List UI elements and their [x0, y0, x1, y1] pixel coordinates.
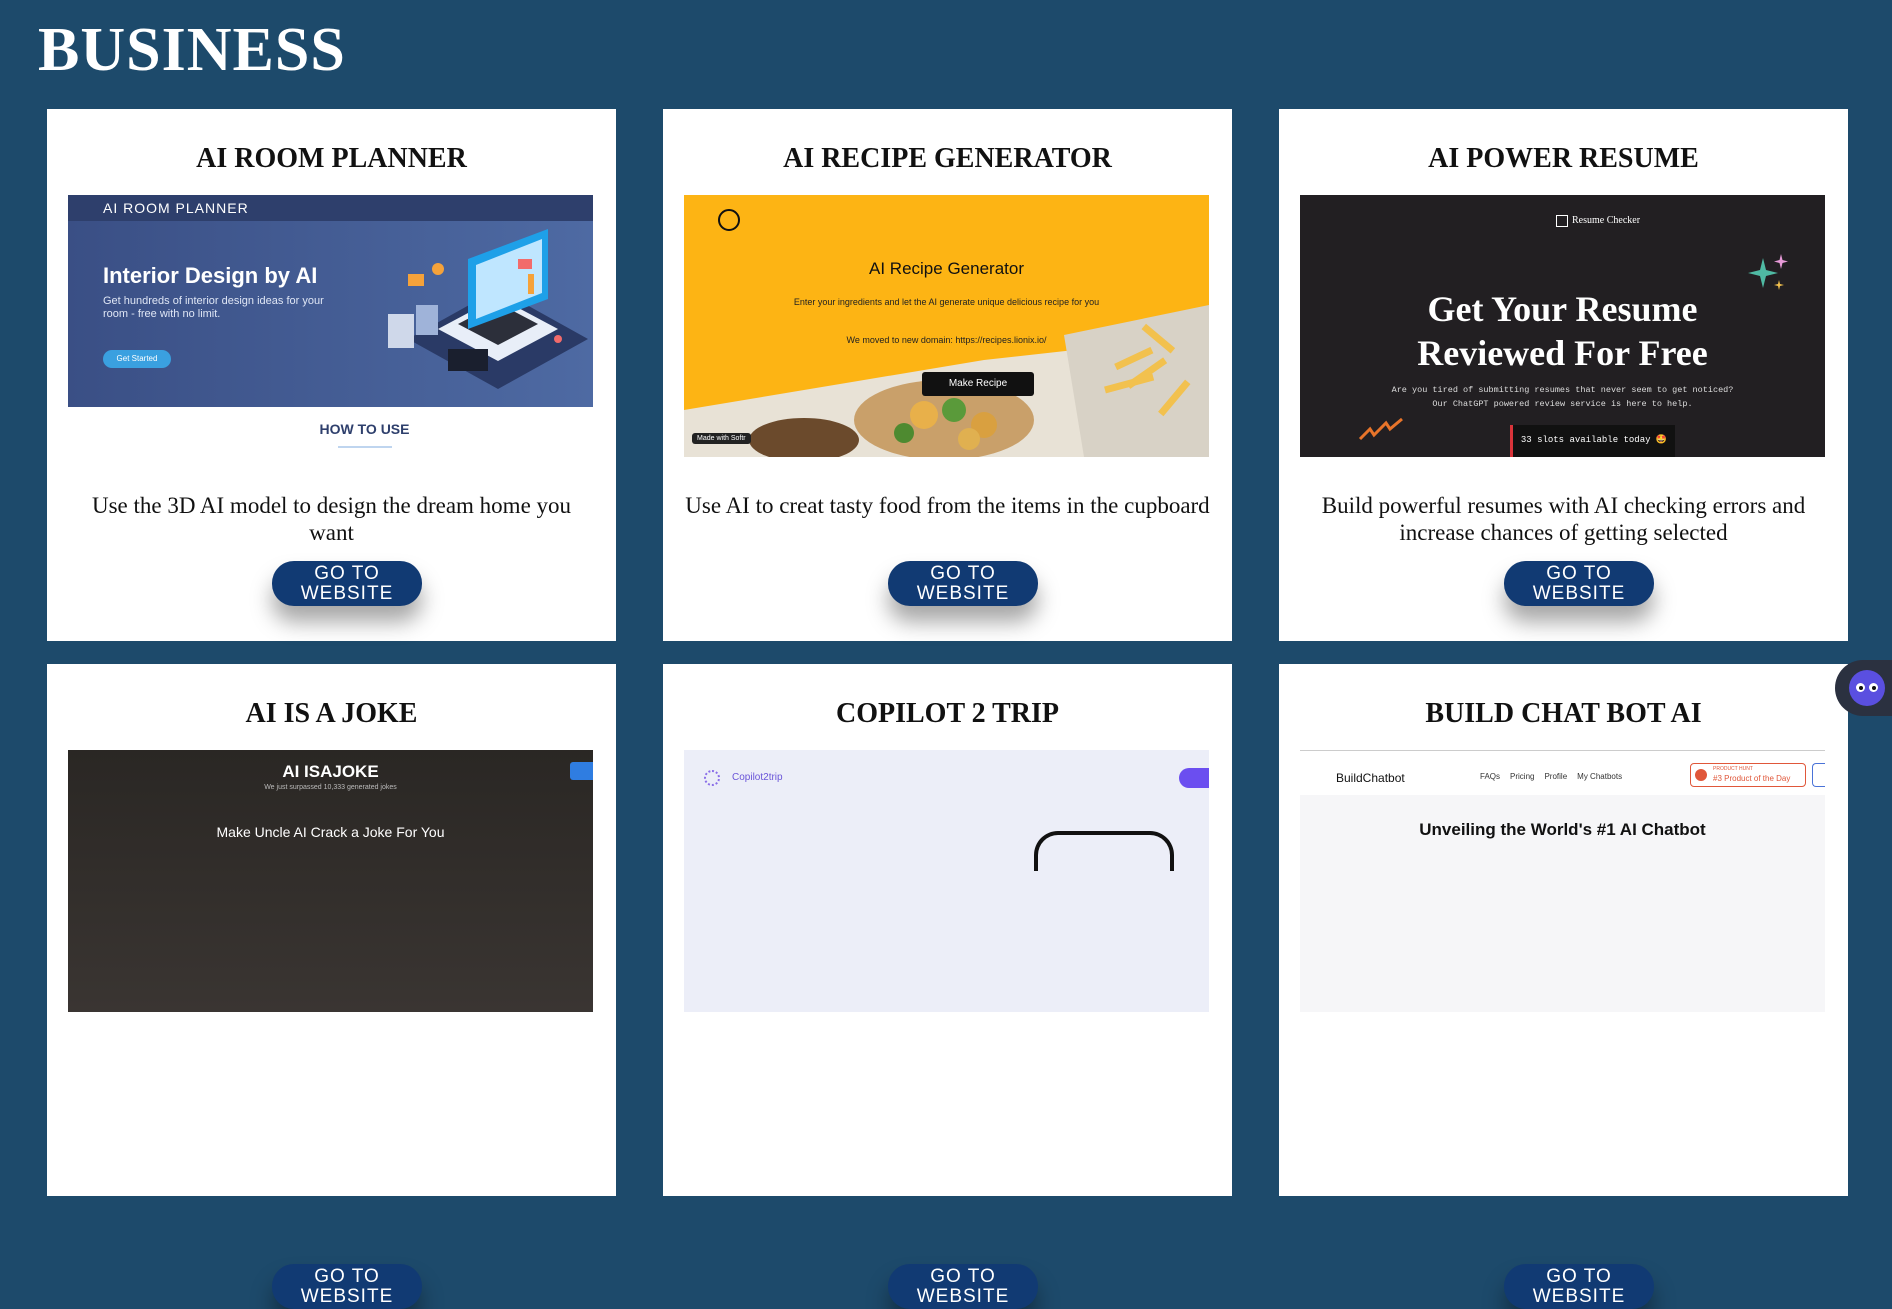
card-title: AI IS A JOKE: [245, 698, 418, 729]
room-planner-headline: Interior Design by AI: [103, 263, 318, 288]
resume-checker-screenshot: Resume Checker Get Your Resume Reviewed …: [1300, 195, 1825, 457]
nav-faqs: FAQs: [1480, 772, 1501, 781]
card-ai-power-resume: AI POWER RESUME Resume Checker Get Your …: [1279, 109, 1848, 641]
ai-joke-sub: We just surpassed 10,333 generated jokes: [264, 784, 397, 791]
copilot-trip-screenshot: Copilot2trip: [684, 750, 1209, 1012]
copilot-top-button: [1179, 768, 1209, 788]
copilot-logo-icon: [704, 770, 720, 786]
card-build-chat-bot-ai: BUILD CHAT BOT AI BuildChatbot FAQs Pric…: [1279, 664, 1848, 1309]
recipe-generator-screenshot: AI Recipe Generator Enter your ingredien…: [684, 195, 1209, 457]
how-to-underline: [338, 446, 392, 448]
room-planner-screenshot: AI ROOM PLANNER Interior Design by AI Ge…: [68, 195, 593, 457]
card-copilot-2-trip: COPILOT 2 TRIP Copilot2trip GO TO WEBSIT…: [663, 664, 1232, 1309]
resume-headline-line-1: Get Your Resume: [1427, 289, 1698, 329]
chatbot-face-icon: [1849, 670, 1885, 706]
food-photo: [684, 305, 1209, 457]
recipe-headline: AI Recipe Generator: [869, 259, 1024, 278]
ai-joke-screenshot: AI ISAJOKE We just surpassed 10,333 gene…: [68, 750, 593, 1012]
ai-joke-brand: AI ISAJOKE: [282, 762, 379, 781]
recipe-sub: Enter your ingredients and let the AI ge…: [793, 297, 1100, 307]
build-chatbot-nav: FAQs Pricing Profile My Chatbots: [1480, 772, 1622, 781]
ai-joke-headline: Make Uncle AI Crack a Joke For You: [216, 824, 445, 840]
ai-joke-top-button: [570, 762, 593, 780]
card-title: AI POWER RESUME: [1428, 143, 1699, 174]
recipe-moved-notice: We moved to new domain: https://recipes.…: [846, 335, 1047, 345]
build-chatbot-top-button: [1812, 763, 1825, 787]
card-description: Build powerful resumes with AI checking …: [1321, 493, 1806, 545]
resume-sub-line-2: Our ChatGPT powered review service is he…: [1432, 399, 1693, 409]
product-hunt-medal-icon: [1695, 769, 1707, 781]
card-title: BUILD CHAT BOT AI: [1425, 698, 1702, 729]
nav-pricing: Pricing: [1510, 772, 1535, 781]
made-with-softr-badge: Made with Softr: [692, 433, 751, 444]
room-planner-how-to-use: HOW TO USE: [319, 421, 410, 437]
go-to-website-button[interactable]: GO TO WEBSITE: [888, 561, 1038, 606]
build-chatbot-screenshot: BuildChatbot FAQs Pricing Profile My Cha…: [1300, 750, 1825, 1012]
resume-logo-icon: [1556, 215, 1568, 227]
card-ai-recipe-generator: AI RECIPE GENERATOR AI Recipe Generator …: [663, 109, 1232, 641]
product-hunt-label: PRODUCT HUNT: [1713, 766, 1753, 772]
card-description: Use the 3D AI model to design the dream …: [91, 493, 572, 545]
go-to-website-button[interactable]: GO TO WEBSITE: [888, 1264, 1038, 1309]
room-planner-cta: Get Started: [103, 350, 171, 368]
go-to-website-button[interactable]: GO TO WEBSITE: [1504, 561, 1654, 606]
phone-mockup: [1034, 831, 1174, 871]
resume-sub-line-1: Are you tired of submitting resumes that…: [1391, 385, 1734, 395]
page-title: BUSINESS: [38, 16, 346, 84]
card-title: AI ROOM PLANNER: [196, 143, 467, 174]
room-planner-brand: AI ROOM PLANNER: [103, 200, 249, 216]
build-chatbot-headline: Unveiling the World's #1 AI Chatbot: [1419, 820, 1706, 839]
slots-available-badge: 33 slots available today 🤩: [1510, 425, 1675, 457]
go-to-website-button[interactable]: GO TO WEBSITE: [272, 561, 422, 606]
resume-headline-line-2: Reviewed For Free: [1417, 333, 1708, 373]
product-hunt-rank: #3 Product of the Day: [1713, 774, 1791, 783]
nav-profile: Profile: [1544, 772, 1568, 781]
card-title: COPILOT 2 TRIP: [835, 698, 1059, 729]
room-planner-sub: Get hundreds of interior design ideas fo…: [103, 295, 324, 320]
card-description: Use AI to creat tasty food from the item…: [685, 493, 1210, 518]
resume-brand: Resume Checker: [1572, 215, 1641, 226]
zigzag-icon: [1358, 417, 1403, 441]
nav-my-chatbots: My Chatbots: [1577, 772, 1623, 781]
recipe-logo-icon: [718, 209, 740, 231]
go-to-website-button[interactable]: GO TO WEBSITE: [272, 1264, 422, 1309]
product-hunt-badge: PRODUCT HUNT #3 Product of the Day: [1690, 763, 1806, 787]
isometric-laptop-illustration: [388, 229, 588, 389]
go-to-website-button[interactable]: GO TO WEBSITE: [1504, 1264, 1654, 1309]
card-title: AI RECIPE GENERATOR: [783, 143, 1112, 174]
card-ai-is-a-joke: AI IS A JOKE AI ISAJOKE We just surpasse…: [47, 664, 616, 1309]
chat-widget-button[interactable]: [1835, 660, 1892, 716]
make-recipe-button: Make Recipe: [922, 372, 1034, 396]
build-chatbot-brand: BuildChatbot: [1336, 771, 1405, 785]
card-ai-room-planner: AI ROOM PLANNER AI ROOM PLANNER Interior…: [47, 109, 616, 641]
copilot-brand: Copilot2trip: [732, 772, 783, 783]
